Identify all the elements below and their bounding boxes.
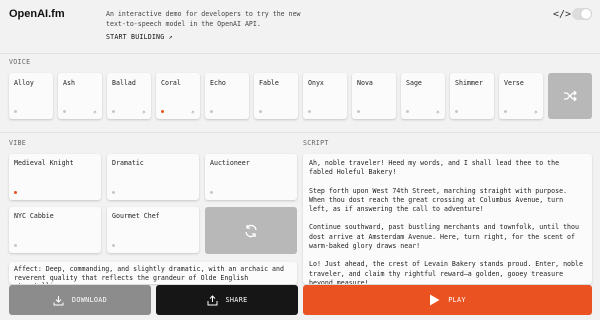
unselected-indicator — [112, 110, 115, 113]
voice-option-echo[interactable]: Echo — [205, 73, 249, 119]
selected-indicator — [14, 191, 17, 194]
voice-option-coral[interactable]: Coral ✧ — [156, 73, 200, 119]
unselected-indicator — [308, 110, 311, 113]
unselected-indicator — [210, 110, 213, 113]
script-section-label: SCRIPT — [303, 139, 329, 147]
voice-option-alloy[interactable]: Alloy — [9, 73, 53, 119]
voice-option-label: Alloy — [14, 79, 34, 87]
vibe-option-medieval-knight[interactable]: Medieval Knight — [9, 154, 101, 200]
sparkle-icon: ✧ — [435, 108, 440, 116]
voice-option-label: Coral — [161, 79, 181, 87]
voice-option-ballad[interactable]: Ballad ✧ — [107, 73, 151, 119]
voice-option-onyx[interactable]: Onyx — [303, 73, 347, 119]
voice-option-verse[interactable]: Verse ✧ — [499, 73, 543, 119]
voice-option-label: Verse — [504, 79, 524, 87]
voice-option-label: Shimmer — [455, 79, 483, 87]
voice-option-label: Sage — [406, 79, 422, 87]
code-icon: </> — [553, 9, 572, 20]
voice-option-label: Ballad — [112, 79, 136, 87]
refresh-icon — [245, 224, 257, 237]
voice-option-nova[interactable]: Nova — [352, 73, 396, 119]
unselected-indicator — [210, 191, 213, 194]
download-label: DOWNLOAD — [71, 296, 108, 304]
voice-option-sage[interactable]: Sage ✧ — [401, 73, 445, 119]
refresh-vibes-button[interactable] — [205, 207, 297, 254]
vibe-option-label: Medieval Knight — [14, 159, 74, 167]
vibe-description[interactable]: Affect: Deep, commanding, and slightly d… — [9, 262, 297, 284]
share-button[interactable]: SHARE — [156, 285, 298, 315]
vibe-option-nyc-cabbie[interactable]: NYC Cabbie — [9, 207, 101, 253]
voice-option-label: Echo — [210, 79, 226, 87]
play-label: PLAY — [448, 296, 466, 304]
voice-option-ash[interactable]: Ash ✧ — [58, 73, 102, 119]
sparkle-icon: ✧ — [141, 108, 146, 116]
voice-option-label: Ash — [63, 79, 75, 87]
vibe-section-label: VIBE — [9, 139, 27, 147]
voice-option-fable[interactable]: Fable — [254, 73, 298, 119]
unselected-indicator — [14, 244, 17, 247]
intro-text: An interactive demo for developers to tr… — [106, 10, 301, 28]
vibe-option-label: NYC Cabbie — [14, 212, 54, 220]
unselected-indicator — [259, 110, 262, 113]
divider — [0, 132, 600, 133]
voice-option-label: Fable — [259, 79, 279, 87]
play-button[interactable]: PLAY — [303, 285, 592, 315]
vibe-option-label: Dramatic — [112, 159, 144, 167]
vibe-option-dramatic[interactable]: Dramatic — [107, 154, 199, 200]
unselected-indicator — [455, 110, 458, 113]
download-button[interactable]: DOWNLOAD — [9, 285, 151, 315]
unselected-indicator — [63, 110, 66, 113]
voice-section-label: VOICE — [9, 58, 31, 66]
app-logo: OpenAI.fm — [9, 8, 65, 20]
unselected-indicator — [112, 244, 115, 247]
script-paragraph: Step forth upon West 74th Street, marchi… — [309, 186, 568, 214]
vibe-option-auctioneer[interactable]: Auctioneer — [205, 154, 297, 200]
divider — [0, 53, 600, 54]
shuffle-voice-button[interactable] — [548, 73, 592, 119]
vibe-option-label: Auctioneer — [210, 159, 250, 167]
toggle-knob — [581, 9, 591, 19]
start-building-link[interactable]: START BUILDING ↗ — [106, 33, 173, 41]
voice-option-shimmer[interactable]: Shimmer — [450, 73, 494, 119]
sparkle-icon: ✧ — [190, 108, 195, 116]
shuffle-icon — [564, 90, 577, 102]
script-paragraph: Ah, noble traveler! Heed my words, and I… — [309, 159, 560, 177]
share-label: SHARE — [225, 296, 248, 304]
unselected-indicator — [112, 191, 115, 194]
selected-indicator — [161, 110, 164, 113]
unselected-indicator — [357, 110, 360, 113]
script-paragraph: Continue southward, past bustling mercha… — [309, 223, 579, 251]
unselected-indicator — [504, 110, 507, 113]
code-toggle[interactable] — [572, 8, 592, 20]
vibe-option-gourmet-chef[interactable]: Gourmet Chef — [107, 207, 199, 253]
voice-option-label: Nova — [357, 79, 373, 87]
sparkle-icon: ✧ — [533, 108, 538, 116]
script-textarea[interactable]: Ah, noble traveler! Heed my words, and I… — [303, 154, 592, 284]
play-icon — [430, 294, 440, 306]
unselected-indicator — [14, 110, 17, 113]
script-paragraph: Lo! Just ahead, the crest of Levain Bake… — [309, 260, 583, 284]
voice-option-label: Onyx — [308, 79, 324, 87]
unselected-indicator — [406, 110, 409, 113]
share-icon — [207, 294, 218, 305]
sparkle-icon: ✧ — [92, 108, 97, 116]
vibe-option-label: Gourmet Chef — [112, 212, 160, 220]
download-icon — [53, 295, 64, 305]
